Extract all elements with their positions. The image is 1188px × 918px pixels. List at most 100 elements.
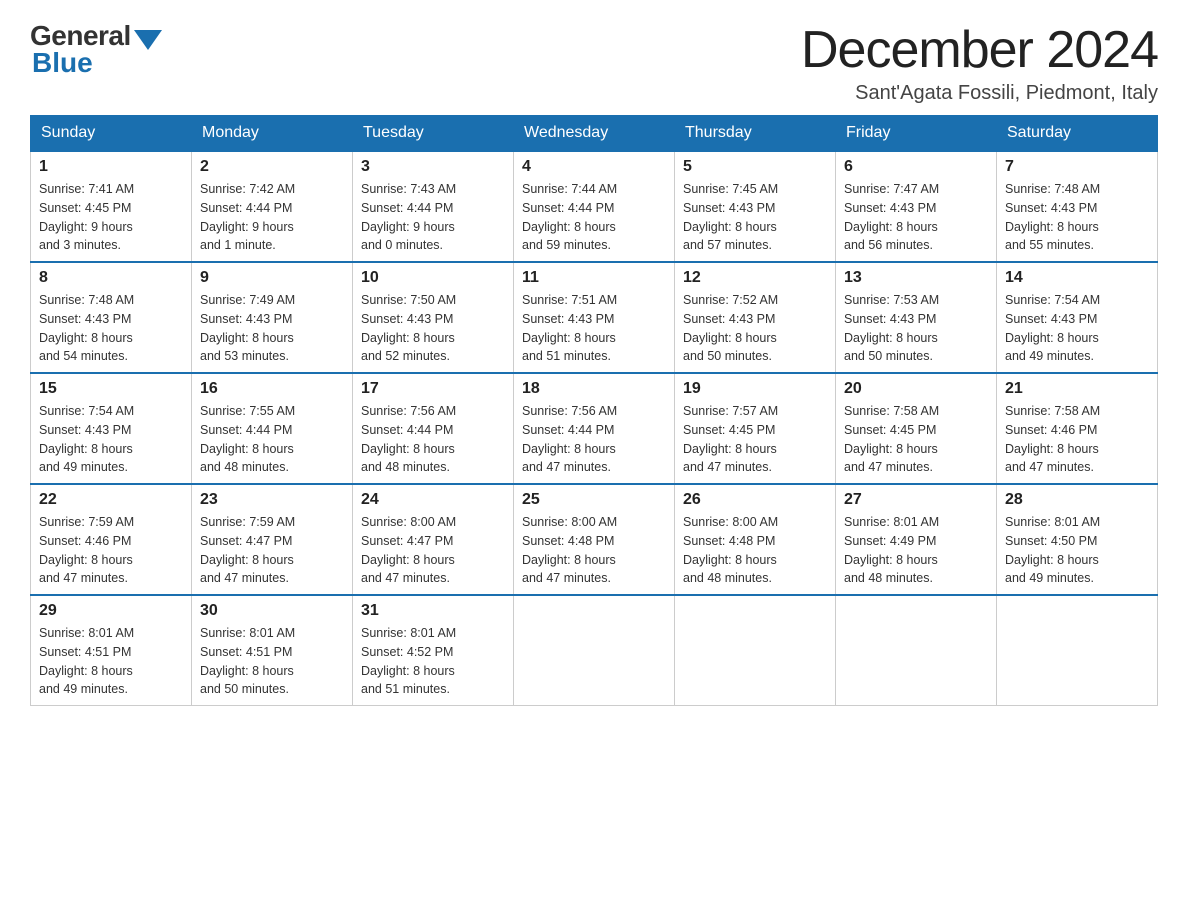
day-info: Sunrise: 7:56 AMSunset: 4:44 PMDaylight:… bbox=[361, 402, 505, 477]
calendar-header-row: Sunday Monday Tuesday Wednesday Thursday… bbox=[31, 116, 1158, 152]
day-number: 16 bbox=[200, 380, 344, 398]
table-row bbox=[836, 595, 997, 706]
table-row bbox=[675, 595, 836, 706]
table-row: 25 Sunrise: 8:00 AMSunset: 4:48 PMDaylig… bbox=[514, 484, 675, 595]
day-number: 22 bbox=[39, 491, 183, 509]
day-number: 7 bbox=[1005, 158, 1149, 176]
day-number: 1 bbox=[39, 158, 183, 176]
table-row: 17 Sunrise: 7:56 AMSunset: 4:44 PMDaylig… bbox=[353, 373, 514, 484]
day-number: 21 bbox=[1005, 380, 1149, 398]
day-info: Sunrise: 7:50 AMSunset: 4:43 PMDaylight:… bbox=[361, 291, 505, 366]
table-row: 26 Sunrise: 8:00 AMSunset: 4:48 PMDaylig… bbox=[675, 484, 836, 595]
day-number: 8 bbox=[39, 269, 183, 287]
day-info: Sunrise: 8:01 AMSunset: 4:51 PMDaylight:… bbox=[39, 624, 183, 699]
day-number: 5 bbox=[683, 158, 827, 176]
day-number: 4 bbox=[522, 158, 666, 176]
page-header: General Blue December 2024 Sant'Agata Fo… bbox=[30, 20, 1158, 105]
table-row: 24 Sunrise: 8:00 AMSunset: 4:47 PMDaylig… bbox=[353, 484, 514, 595]
day-number: 10 bbox=[361, 269, 505, 287]
day-number: 17 bbox=[361, 380, 505, 398]
day-number: 19 bbox=[683, 380, 827, 398]
day-info: Sunrise: 7:53 AMSunset: 4:43 PMDaylight:… bbox=[844, 291, 988, 366]
day-info: Sunrise: 8:01 AMSunset: 4:51 PMDaylight:… bbox=[200, 624, 344, 699]
table-row: 12 Sunrise: 7:52 AMSunset: 4:43 PMDaylig… bbox=[675, 262, 836, 373]
day-info: Sunrise: 8:00 AMSunset: 4:48 PMDaylight:… bbox=[683, 513, 827, 588]
day-info: Sunrise: 7:41 AMSunset: 4:45 PMDaylight:… bbox=[39, 180, 183, 255]
day-info: Sunrise: 7:57 AMSunset: 4:45 PMDaylight:… bbox=[683, 402, 827, 477]
calendar-week-row: 15 Sunrise: 7:54 AMSunset: 4:43 PMDaylig… bbox=[31, 373, 1158, 484]
day-info: Sunrise: 7:49 AMSunset: 4:43 PMDaylight:… bbox=[200, 291, 344, 366]
table-row: 3 Sunrise: 7:43 AMSunset: 4:44 PMDayligh… bbox=[353, 151, 514, 262]
col-sunday: Sunday bbox=[31, 116, 192, 152]
col-wednesday: Wednesday bbox=[514, 116, 675, 152]
table-row: 23 Sunrise: 7:59 AMSunset: 4:47 PMDaylig… bbox=[192, 484, 353, 595]
day-info: Sunrise: 7:45 AMSunset: 4:43 PMDaylight:… bbox=[683, 180, 827, 255]
month-title: December 2024 bbox=[801, 20, 1158, 80]
day-number: 11 bbox=[522, 269, 666, 287]
table-row: 22 Sunrise: 7:59 AMSunset: 4:46 PMDaylig… bbox=[31, 484, 192, 595]
day-info: Sunrise: 8:00 AMSunset: 4:48 PMDaylight:… bbox=[522, 513, 666, 588]
day-info: Sunrise: 7:58 AMSunset: 4:46 PMDaylight:… bbox=[1005, 402, 1149, 477]
logo-triangle-icon bbox=[134, 30, 162, 50]
col-thursday: Thursday bbox=[675, 116, 836, 152]
day-info: Sunrise: 8:01 AMSunset: 4:50 PMDaylight:… bbox=[1005, 513, 1149, 588]
day-number: 27 bbox=[844, 491, 988, 509]
table-row: 20 Sunrise: 7:58 AMSunset: 4:45 PMDaylig… bbox=[836, 373, 997, 484]
col-friday: Friday bbox=[836, 116, 997, 152]
table-row: 31 Sunrise: 8:01 AMSunset: 4:52 PMDaylig… bbox=[353, 595, 514, 706]
day-info: Sunrise: 7:42 AMSunset: 4:44 PMDaylight:… bbox=[200, 180, 344, 255]
day-info: Sunrise: 7:58 AMSunset: 4:45 PMDaylight:… bbox=[844, 402, 988, 477]
day-number: 20 bbox=[844, 380, 988, 398]
table-row: 2 Sunrise: 7:42 AMSunset: 4:44 PMDayligh… bbox=[192, 151, 353, 262]
table-row: 11 Sunrise: 7:51 AMSunset: 4:43 PMDaylig… bbox=[514, 262, 675, 373]
location-subtitle: Sant'Agata Fossili, Piedmont, Italy bbox=[801, 82, 1158, 105]
day-info: Sunrise: 7:54 AMSunset: 4:43 PMDaylight:… bbox=[1005, 291, 1149, 366]
calendar-week-row: 29 Sunrise: 8:01 AMSunset: 4:51 PMDaylig… bbox=[31, 595, 1158, 706]
day-number: 18 bbox=[522, 380, 666, 398]
day-info: Sunrise: 7:54 AMSunset: 4:43 PMDaylight:… bbox=[39, 402, 183, 477]
day-number: 25 bbox=[522, 491, 666, 509]
table-row: 4 Sunrise: 7:44 AMSunset: 4:44 PMDayligh… bbox=[514, 151, 675, 262]
day-number: 29 bbox=[39, 602, 183, 620]
table-row: 9 Sunrise: 7:49 AMSunset: 4:43 PMDayligh… bbox=[192, 262, 353, 373]
col-tuesday: Tuesday bbox=[353, 116, 514, 152]
table-row: 28 Sunrise: 8:01 AMSunset: 4:50 PMDaylig… bbox=[997, 484, 1158, 595]
day-number: 24 bbox=[361, 491, 505, 509]
table-row: 19 Sunrise: 7:57 AMSunset: 4:45 PMDaylig… bbox=[675, 373, 836, 484]
table-row bbox=[514, 595, 675, 706]
day-number: 12 bbox=[683, 269, 827, 287]
day-number: 31 bbox=[361, 602, 505, 620]
day-info: Sunrise: 7:48 AMSunset: 4:43 PMDaylight:… bbox=[39, 291, 183, 366]
table-row: 10 Sunrise: 7:50 AMSunset: 4:43 PMDaylig… bbox=[353, 262, 514, 373]
title-section: December 2024 Sant'Agata Fossili, Piedmo… bbox=[801, 20, 1158, 105]
day-number: 14 bbox=[1005, 269, 1149, 287]
table-row: 6 Sunrise: 7:47 AMSunset: 4:43 PMDayligh… bbox=[836, 151, 997, 262]
day-number: 13 bbox=[844, 269, 988, 287]
day-info: Sunrise: 7:59 AMSunset: 4:47 PMDaylight:… bbox=[200, 513, 344, 588]
day-info: Sunrise: 7:56 AMSunset: 4:44 PMDaylight:… bbox=[522, 402, 666, 477]
day-number: 30 bbox=[200, 602, 344, 620]
day-number: 2 bbox=[200, 158, 344, 176]
col-saturday: Saturday bbox=[997, 116, 1158, 152]
day-info: Sunrise: 7:48 AMSunset: 4:43 PMDaylight:… bbox=[1005, 180, 1149, 255]
day-info: Sunrise: 7:47 AMSunset: 4:43 PMDaylight:… bbox=[844, 180, 988, 255]
day-number: 28 bbox=[1005, 491, 1149, 509]
col-monday: Monday bbox=[192, 116, 353, 152]
logo: General Blue bbox=[30, 20, 162, 79]
table-row: 8 Sunrise: 7:48 AMSunset: 4:43 PMDayligh… bbox=[31, 262, 192, 373]
table-row: 18 Sunrise: 7:56 AMSunset: 4:44 PMDaylig… bbox=[514, 373, 675, 484]
calendar-week-row: 8 Sunrise: 7:48 AMSunset: 4:43 PMDayligh… bbox=[31, 262, 1158, 373]
table-row: 29 Sunrise: 8:01 AMSunset: 4:51 PMDaylig… bbox=[31, 595, 192, 706]
table-row: 1 Sunrise: 7:41 AMSunset: 4:45 PMDayligh… bbox=[31, 151, 192, 262]
day-info: Sunrise: 7:43 AMSunset: 4:44 PMDaylight:… bbox=[361, 180, 505, 255]
day-info: Sunrise: 8:00 AMSunset: 4:47 PMDaylight:… bbox=[361, 513, 505, 588]
day-info: Sunrise: 8:01 AMSunset: 4:49 PMDaylight:… bbox=[844, 513, 988, 588]
calendar-week-row: 1 Sunrise: 7:41 AMSunset: 4:45 PMDayligh… bbox=[31, 151, 1158, 262]
table-row: 5 Sunrise: 7:45 AMSunset: 4:43 PMDayligh… bbox=[675, 151, 836, 262]
day-info: Sunrise: 8:01 AMSunset: 4:52 PMDaylight:… bbox=[361, 624, 505, 699]
table-row: 30 Sunrise: 8:01 AMSunset: 4:51 PMDaylig… bbox=[192, 595, 353, 706]
day-number: 15 bbox=[39, 380, 183, 398]
calendar-week-row: 22 Sunrise: 7:59 AMSunset: 4:46 PMDaylig… bbox=[31, 484, 1158, 595]
day-info: Sunrise: 7:55 AMSunset: 4:44 PMDaylight:… bbox=[200, 402, 344, 477]
table-row: 15 Sunrise: 7:54 AMSunset: 4:43 PMDaylig… bbox=[31, 373, 192, 484]
